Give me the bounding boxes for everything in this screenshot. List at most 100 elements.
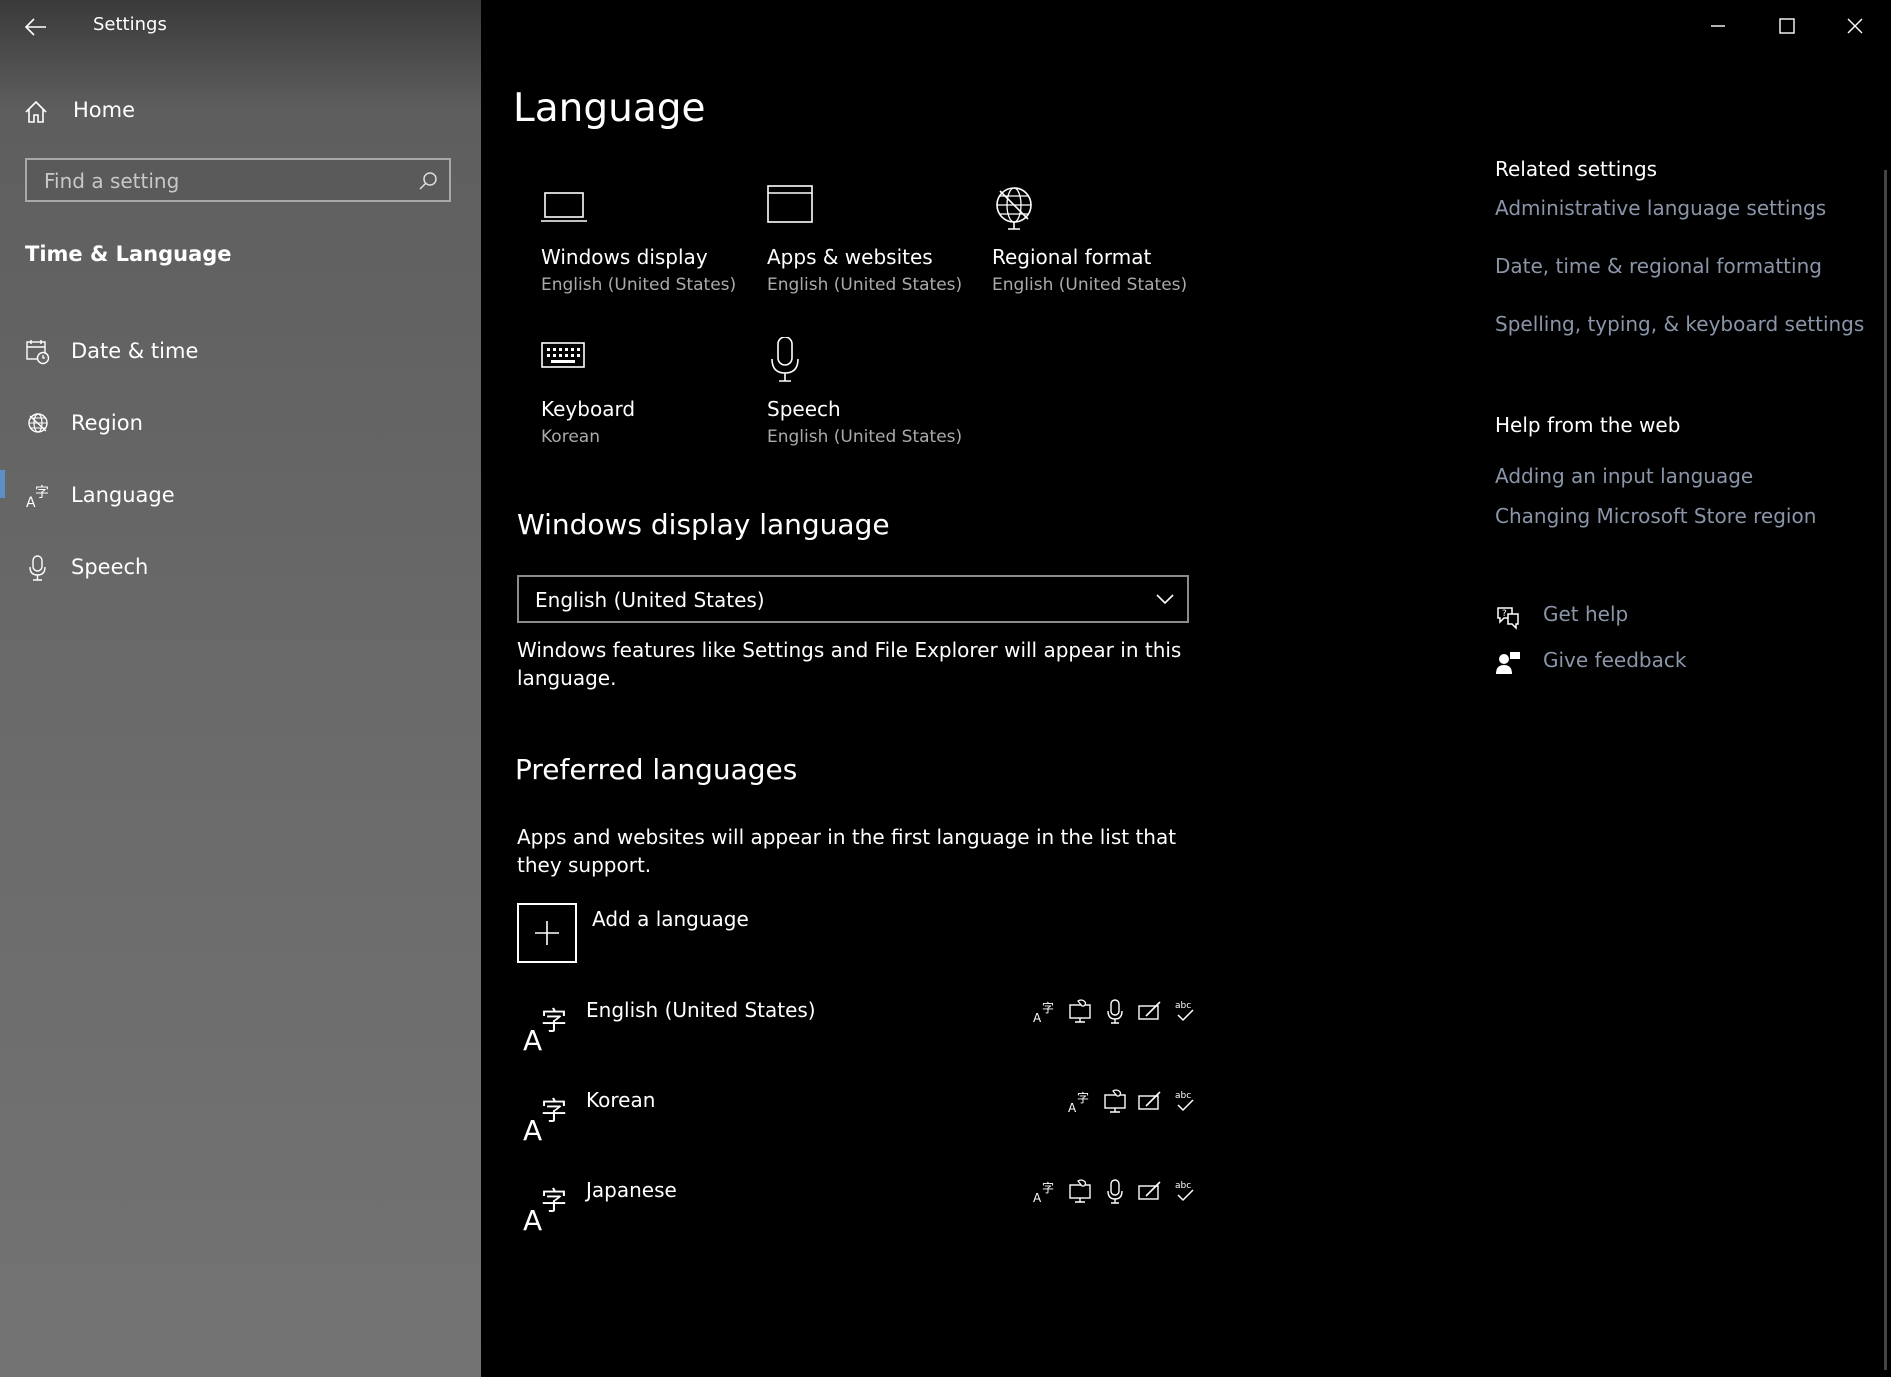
sidebar-item-label: Date & time — [71, 339, 199, 363]
language-name: Korean — [586, 1088, 656, 1112]
language-name: Japanese — [586, 1178, 677, 1202]
sidebar-item-speech[interactable]: Speech — [0, 539, 481, 599]
language-row-korean[interactable]: A 字 Korean abc A字 — [517, 1088, 1197, 1158]
svg-text:A: A — [523, 1114, 542, 1144]
sidebar-item-label: Speech — [71, 555, 149, 579]
tile-subtitle: Korean — [541, 427, 600, 447]
sidebar-item-language[interactable]: A 字 Language — [0, 467, 481, 527]
speech-recognition-icon — [1107, 999, 1123, 1024]
handwriting-icon — [1138, 1091, 1161, 1110]
svg-text:A: A — [1068, 1101, 1077, 1114]
microphone-icon — [771, 337, 799, 382]
tile-title: Keyboard — [541, 397, 636, 421]
link-date-time-regional[interactable]: Date, time & regional formatting — [1495, 254, 1822, 278]
section-title: Time & Language — [25, 242, 232, 266]
search-input[interactable]: Find a setting — [25, 158, 451, 202]
microphone-icon — [29, 555, 46, 581]
tile-subtitle: English (United States) — [767, 275, 963, 295]
display-language-description: Windows features like Settings and File … — [517, 638, 1182, 690]
sidebar: Settings Home Find a setting Time & Lang… — [0, 0, 481, 1377]
language-features: abc A字 — [1033, 1178, 1197, 1208]
back-button[interactable] — [18, 12, 58, 42]
keyboard-icon — [541, 342, 585, 368]
give-feedback-icon — [1496, 652, 1520, 674]
globe-icon — [28, 413, 48, 433]
text-to-speech-icon — [1104, 1089, 1126, 1113]
related-settings-heading: Related settings — [1495, 157, 1658, 181]
tile-subtitle: English (United States) — [767, 427, 963, 447]
maximize-icon — [1779, 18, 1795, 34]
svg-text:abc: abc — [1175, 1181, 1191, 1191]
language-icon: A 字 — [26, 485, 49, 509]
display-language-icon: A字 — [1033, 1180, 1054, 1204]
link-admin-language-settings[interactable]: Administrative language settings — [1495, 196, 1826, 220]
link-changing-store-region[interactable]: Changing Microsoft Store region — [1495, 504, 1816, 528]
link-adding-input-language[interactable]: Adding an input language — [1495, 464, 1753, 488]
minimize-button[interactable] — [1693, 10, 1743, 40]
back-arrow-icon — [24, 18, 46, 36]
sidebar-item-label: Language — [71, 483, 175, 507]
svg-text:字: 字 — [1042, 1180, 1054, 1195]
tile-title: Apps & websites — [767, 245, 933, 269]
get-help-label: Get help — [1543, 602, 1629, 626]
language-row-english[interactable]: A 字 English (United States) abc A字 — [517, 998, 1197, 1068]
tile-title: Speech — [767, 397, 841, 421]
svg-text:A: A — [1033, 1191, 1042, 1204]
language-features: abc A字 — [1068, 1088, 1197, 1118]
svg-text:字: 字 — [541, 1097, 567, 1127]
sidebar-item-date-time[interactable]: Date & time — [0, 323, 481, 383]
link-spelling-typing-keyboard[interactable]: Spelling, typing, & keyboard settings — [1495, 312, 1864, 336]
home-nav-item[interactable] — [22, 94, 50, 130]
svg-text:A: A — [1033, 1011, 1042, 1024]
tile-windows-display[interactable]: Windows display English (United States) — [541, 185, 761, 315]
sidebar-item-region[interactable]: Region — [0, 395, 481, 455]
help-from-web-heading: Help from the web — [1495, 413, 1681, 437]
add-language-button[interactable] — [517, 903, 577, 963]
svg-text:A: A — [523, 1204, 542, 1234]
close-button[interactable] — [1830, 10, 1880, 40]
search-placeholder: Find a setting — [44, 169, 180, 193]
tile-title: Regional format — [992, 245, 1152, 269]
sidebar-item-label: Region — [71, 411, 143, 435]
display-language-icon: A字 — [1033, 1000, 1054, 1024]
tile-speech[interactable]: Speech English (United States) — [767, 337, 987, 467]
home-icon — [25, 100, 47, 123]
chevron-down-icon — [1156, 594, 1174, 605]
home-label[interactable]: Home — [73, 98, 135, 122]
plus-icon — [535, 921, 559, 945]
app-title: Settings — [93, 14, 167, 35]
add-language-label[interactable]: Add a language — [592, 907, 749, 931]
display-language-dropdown[interactable]: English (United States) — [517, 575, 1189, 623]
minimize-icon — [1711, 25, 1725, 27]
tile-apps-websites[interactable]: Apps & websites English (United States) — [767, 185, 987, 315]
svg-text:字: 字 — [1042, 1000, 1054, 1015]
handwriting-icon — [1138, 1001, 1161, 1020]
svg-text:字: 字 — [541, 1007, 567, 1037]
spell-check-icon: abc — [1175, 1001, 1194, 1022]
svg-text:字: 字 — [35, 485, 49, 501]
preferred-languages-heading: Preferred languages — [515, 753, 798, 786]
language-glyph-icon: A 字 — [523, 1187, 567, 1234]
scrollbar[interactable] — [1884, 170, 1887, 1370]
tile-keyboard[interactable]: Keyboard Korean — [541, 337, 761, 467]
maximize-button[interactable] — [1762, 10, 1812, 40]
preferred-languages-description: Apps and websites will appear in the fir… — [517, 825, 1177, 877]
tile-regional-format[interactable]: Regional format English (United States) — [992, 185, 1212, 315]
page-title: Language — [513, 86, 706, 131]
search-icon[interactable] — [417, 170, 439, 192]
spell-check-icon: abc — [1175, 1091, 1194, 1112]
spell-check-icon: abc — [1175, 1181, 1194, 1202]
language-features: abc A字 — [1033, 998, 1197, 1028]
tile-subtitle: English (United States) — [992, 275, 1188, 295]
tile-subtitle: English (United States) — [541, 275, 737, 295]
close-icon — [1847, 18, 1863, 34]
language-row-japanese[interactable]: A 字 Japanese abc A字 — [517, 1178, 1197, 1248]
svg-text:A: A — [523, 1024, 542, 1054]
calendar-clock-icon — [26, 340, 50, 365]
globe-format-icon — [996, 187, 1032, 230]
text-to-speech-icon — [1069, 1179, 1091, 1203]
display-language-heading: Windows display language — [517, 508, 890, 541]
laptop-icon — [541, 192, 587, 222]
svg-text:字: 字 — [1077, 1090, 1089, 1105]
text-to-speech-icon — [1069, 999, 1091, 1023]
